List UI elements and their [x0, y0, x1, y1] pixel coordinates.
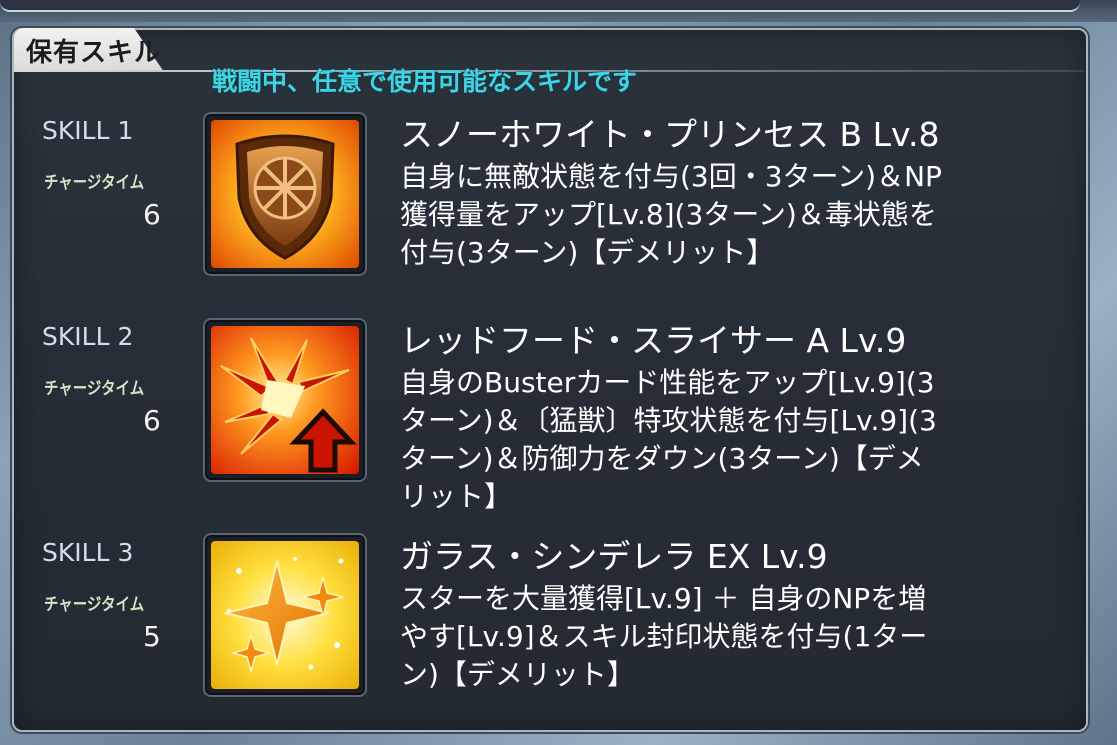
- skill-name: レッドフード・スライサー A Lv.9: [400, 321, 907, 360]
- panel-title: 保有スキル: [26, 38, 162, 68]
- skill-slot-label: SKILL 1: [42, 116, 134, 145]
- top-frame: [0, 0, 1117, 22]
- skill-description: スターを大量獲得[Lv.9] ＋ 自身のNPを増 やす[Lv.9]＆スキル封印状…: [400, 582, 928, 691]
- skill-description: 自身に無敵状態を付与(3回・3ターン)＆NP 獲得量をアップ[Lv.8](3ター…: [400, 160, 942, 269]
- charge-time-value: 5: [143, 620, 161, 653]
- skill-slot-label: SKILL 3: [42, 538, 134, 567]
- skill-slot-label: SKILL 2: [42, 322, 134, 351]
- shield-icon: [211, 120, 359, 268]
- skill-icon-frame[interactable]: [203, 318, 367, 482]
- charge-time-label: チャージタイム: [44, 379, 145, 399]
- top-frame-edge: [0, 0, 1080, 12]
- charge-time-label: チャージタイム: [44, 173, 145, 193]
- skill-description: 自身のBusterカード性能をアップ[Lv.9](3 ターン)＆〔猛獣〕特攻状態…: [400, 366, 937, 513]
- panel-subtitle: 戦闘中、任意で使用可能なスキルです: [212, 67, 638, 96]
- skill-icon-frame[interactable]: [203, 533, 367, 697]
- skill-icon-frame[interactable]: [203, 112, 367, 276]
- charge-time-label: チャージタイム: [44, 595, 145, 615]
- skill-name: ガラス・シンデレラ EX Lv.9: [400, 537, 828, 576]
- buster-up-icon: [211, 326, 359, 474]
- star-sparkle-icon: [211, 541, 359, 689]
- skill-name: スノーホワイト・プリンセス B Lv.8: [400, 115, 940, 154]
- charge-time-value: 6: [143, 404, 161, 437]
- charge-time-value: 6: [143, 198, 161, 231]
